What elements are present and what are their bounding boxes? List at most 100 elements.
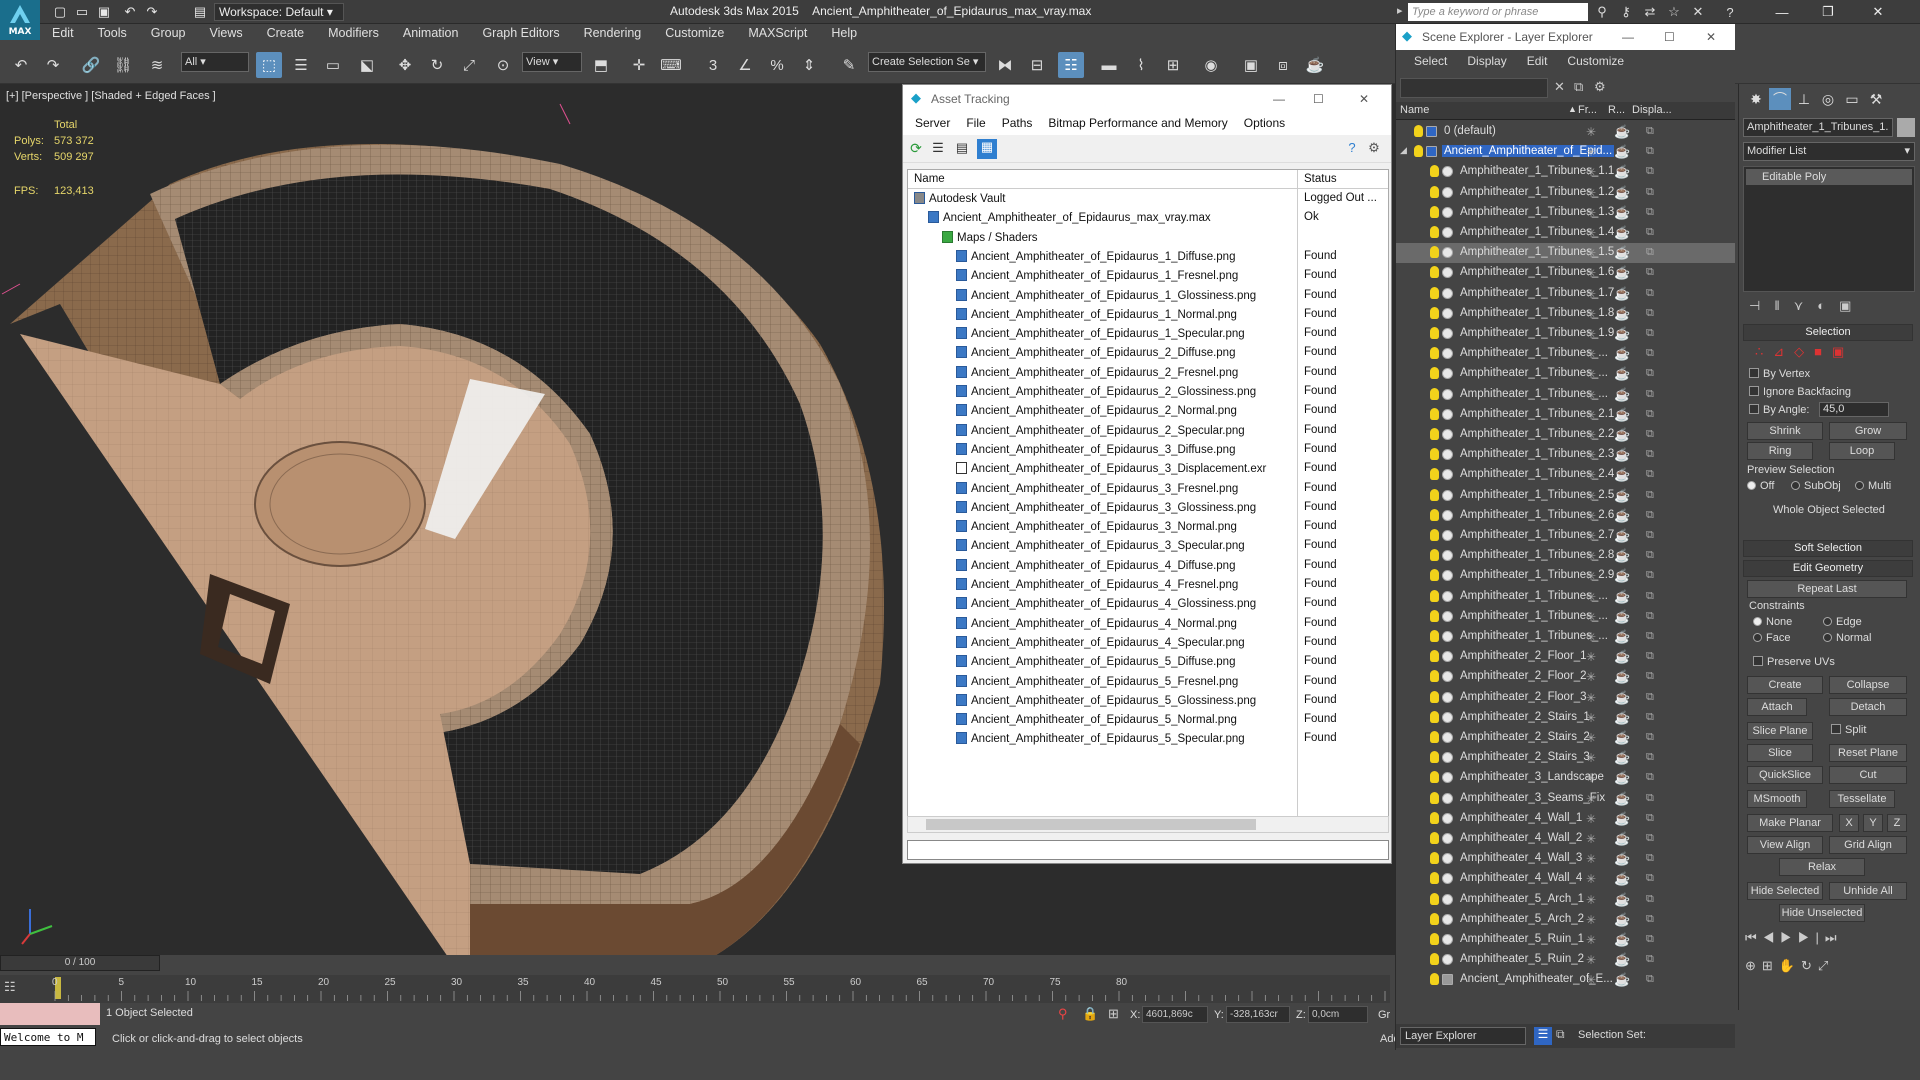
workspace-dropdown[interactable]: Workspace: Default ▾ — [214, 3, 344, 21]
filter-options-icon[interactable]: ⧉ — [1574, 79, 1583, 95]
asset-row[interactable]: Ancient_Amphitheater_of_Epidaurus_2_Norm… — [908, 402, 1388, 421]
object-row[interactable]: Amphitheater_1_Tribunes_... ✳ ☕ ⧉ — [1396, 364, 1735, 384]
object-row[interactable]: Amphitheater_4_Wall_3 ✳ ☕ ⧉ — [1396, 849, 1735, 869]
hscroll-thumb[interactable] — [926, 819, 1256, 830]
col-status-header[interactable]: Status — [1304, 173, 1337, 185]
asset-row[interactable]: Ancient_Amphitheater_of_Epidaurus_5_Spec… — [908, 730, 1388, 749]
planar-z-button[interactable]: Z — [1887, 814, 1907, 832]
lock-selection-icon[interactable]: ⚲ — [1058, 1006, 1068, 1022]
constraint-normal-radio[interactable]: Normal — [1823, 632, 1871, 644]
display-box-icon[interactable]: ⧉ — [1646, 731, 1654, 744]
freeze-icon[interactable]: ✳ — [1586, 367, 1596, 381]
scene-explorer-titlebar[interactable]: ◆ Scene Explorer - Layer Explorer — ☐ ✕ — [1396, 24, 1735, 50]
hide-selected-button[interactable]: Hide Selected — [1747, 882, 1823, 900]
detail-view-icon[interactable]: ▤ — [953, 140, 971, 158]
renderable-teapot-icon[interactable]: ☕ — [1614, 528, 1630, 544]
selection-filter-dropdown[interactable]: All ▾ — [181, 52, 249, 72]
renderable-teapot-icon[interactable]: ☕ — [1614, 629, 1630, 645]
planar-x-button[interactable]: X — [1839, 814, 1859, 832]
keyboard-shortcut-icon[interactable]: ⌨ — [658, 52, 684, 78]
object-row[interactable]: Amphitheater_2_Stairs_2 ✳ ☕ ⧉ — [1396, 728, 1735, 748]
slice-plane-button[interactable]: Slice Plane — [1747, 722, 1813, 740]
asset-row[interactable]: Ancient_Amphitheater_of_Epidaurus_4_Spec… — [908, 634, 1388, 653]
display-box-icon[interactable]: ⧉ — [1646, 670, 1654, 683]
redo-icon[interactable]: ↷ — [40, 52, 66, 78]
renderable-teapot-icon[interactable]: ☕ — [1614, 730, 1630, 746]
collapse-button[interactable]: Collapse — [1829, 676, 1907, 694]
object-name-field[interactable]: Amphitheater_1_Tribunes_1. — [1743, 118, 1893, 137]
renderable-teapot-icon[interactable]: ☕ — [1614, 185, 1630, 201]
menu-graph-editors[interactable]: Graph Editors — [470, 24, 571, 44]
display-box-icon[interactable]: ⧉ — [1646, 145, 1654, 158]
object-row[interactable]: Amphitheater_2_Floor_1 ✳ ☕ ⧉ — [1396, 647, 1735, 667]
display-box-icon[interactable]: ⧉ — [1646, 590, 1654, 603]
manipulate-icon[interactable]: ✛ — [626, 52, 652, 78]
msmooth-button[interactable]: MSmooth — [1747, 790, 1807, 808]
at-close-button[interactable]: ✕ — [1359, 85, 1369, 113]
visibility-bulb-icon[interactable] — [1430, 428, 1439, 440]
selection-rollout[interactable]: Selection — [1743, 324, 1913, 341]
menu-create[interactable]: Create — [255, 24, 317, 44]
layer-row[interactable]: ◢ Ancient_Amphitheater_of_Epid... ✳ ☕ ⧉ — [1396, 142, 1735, 162]
renderable-teapot-icon[interactable]: ☕ — [1614, 892, 1630, 908]
curve-editor-icon[interactable]: ⌇ — [1128, 52, 1154, 78]
renderable-teapot-icon[interactable]: ☕ — [1614, 609, 1630, 625]
rendered-frame-icon[interactable]: ⧈ — [1270, 52, 1296, 78]
utilities-tab-icon[interactable]: ⚒ — [1865, 88, 1887, 110]
freeze-icon[interactable]: ✳ — [1586, 307, 1596, 321]
project-folder-icon[interactable]: ▤ — [190, 2, 210, 22]
view-align-button[interactable]: View Align — [1747, 836, 1823, 854]
asset-row[interactable]: Ancient_Amphitheater_of_Epidaurus_4_Glos… — [908, 595, 1388, 614]
freeze-icon[interactable]: ✳ — [1586, 933, 1596, 947]
renderable-teapot-icon[interactable]: ☕ — [1614, 851, 1630, 867]
freeze-icon[interactable]: ✳ — [1586, 489, 1596, 503]
display-box-icon[interactable]: ⧉ — [1646, 893, 1654, 906]
object-row[interactable]: Amphitheater_1_Tribunes_2.2 ✳ ☕ ⧉ — [1396, 425, 1735, 445]
se-col-display[interactable]: Displa... — [1632, 104, 1672, 116]
asset-row[interactable]: Ancient_Amphitheater_of_Epidaurus_3_Spec… — [908, 537, 1388, 556]
visibility-bulb-icon[interactable] — [1430, 246, 1439, 259]
timeline-ruler[interactable]: ☷ 0 5 10 15 20 25 30 35 40 45 50 55 60 65 70 75 80 — [0, 975, 1390, 1003]
freeze-icon[interactable]: ✳ — [1586, 246, 1596, 260]
display-box-icon[interactable]: ⧉ — [1646, 509, 1654, 522]
display-box-icon[interactable]: ⧉ — [1646, 751, 1654, 764]
constraint-face-radio[interactable]: Face — [1753, 632, 1790, 644]
asset-row[interactable]: Ancient_Amphitheater_of_Epidaurus_4_Norm… — [908, 615, 1388, 634]
at-menu-options[interactable]: Options — [1236, 113, 1293, 135]
freeze-icon[interactable]: ✳ — [1586, 347, 1596, 361]
window-crossing-icon[interactable]: ⬕ — [354, 52, 380, 78]
renderable-teapot-icon[interactable]: ☕ — [1614, 447, 1630, 463]
layer-view-icon[interactable]: ☰ — [1534, 1027, 1552, 1045]
link-icon[interactable]: 🔗 — [78, 52, 104, 78]
preview-off-radio[interactable]: Off — [1747, 480, 1774, 492]
hide-unselected-button[interactable]: Hide Unselected — [1779, 904, 1865, 922]
se-close-button[interactable]: ✕ — [1706, 24, 1716, 50]
object-row[interactable]: Amphitheater_1_Tribunes_2.5 ✳ ☕ ⧉ — [1396, 486, 1735, 506]
hierarchy-tab-icon[interactable]: ⊥ — [1793, 88, 1815, 110]
display-tab-icon[interactable]: ▭ — [1841, 88, 1863, 110]
display-box-icon[interactable]: ⧉ — [1646, 610, 1654, 623]
object-color-swatch[interactable] — [1897, 118, 1915, 137]
refresh-icon[interactable]: ⟳ — [907, 140, 925, 158]
visibility-bulb-icon[interactable] — [1430, 650, 1439, 663]
visibility-bulb-icon[interactable] — [1430, 549, 1439, 562]
visibility-bulb-icon[interactable] — [1430, 306, 1439, 319]
freeze-icon[interactable]: ✳ — [1586, 832, 1596, 846]
quickslice-button[interactable]: QuickSlice — [1747, 766, 1823, 784]
named-selection-dropdown[interactable]: Create Selection Se ▾ — [868, 52, 986, 72]
constraint-edge-radio[interactable]: Edge — [1823, 616, 1862, 628]
list-view-icon[interactable]: ☰ — [929, 140, 947, 158]
freeze-icon[interactable]: ✳ — [1586, 206, 1596, 220]
asset-row[interactable]: Ancient_Amphitheater_of_Epidaurus_2_Fres… — [908, 364, 1388, 383]
visibility-bulb-icon[interactable] — [1430, 185, 1439, 198]
object-row[interactable]: Amphitheater_1_Tribunes_2.6 ✳ ☕ ⧉ — [1396, 506, 1735, 526]
spinner-snap-icon[interactable]: ⇕ — [796, 52, 822, 78]
freeze-icon[interactable]: ✳ — [1586, 468, 1596, 482]
stack-tools-icons[interactable]: ⊣‖⋎◐▣ — [1743, 298, 1915, 316]
renderable-teapot-icon[interactable]: ☕ — [1614, 144, 1630, 160]
visibility-bulb-icon[interactable] — [1430, 690, 1439, 703]
asset-row[interactable]: Ancient_Amphitheater_of_Epidaurus_4_Diff… — [908, 557, 1388, 576]
explorer-type-dropdown[interactable]: Layer Explorer — [1400, 1027, 1526, 1045]
material-editor-icon[interactable]: ◉ — [1198, 52, 1224, 78]
bind-space-warp-icon[interactable]: ≋ — [144, 52, 170, 78]
